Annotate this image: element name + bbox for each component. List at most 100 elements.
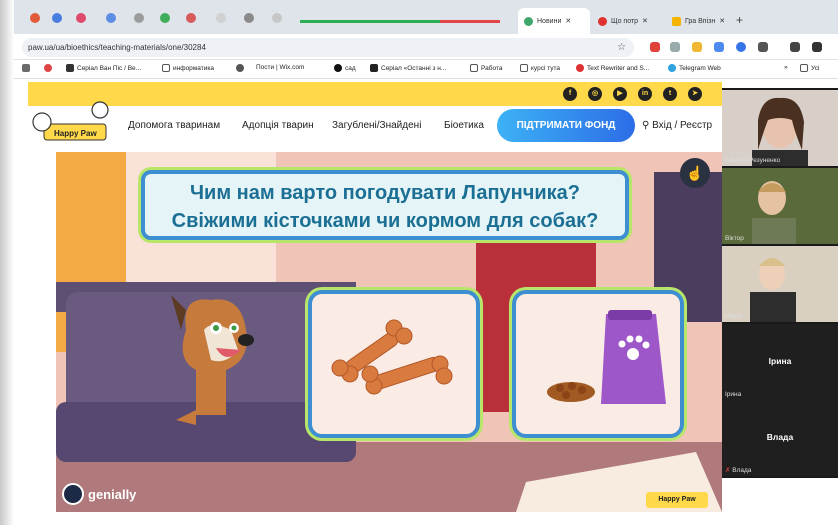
tab-label: Гра Впізн bbox=[685, 17, 716, 25]
extension-icon[interactable] bbox=[650, 42, 660, 52]
extension-icon[interactable] bbox=[670, 42, 680, 52]
question-banner: Чим нам варто погодувати Лапунчика? Свіж… bbox=[141, 170, 629, 240]
bookmark-item[interactable]: Text Rewriter and S... bbox=[576, 64, 649, 72]
tab-label: Що потр bbox=[611, 17, 639, 25]
bookmark-item[interactable] bbox=[236, 64, 244, 72]
url-input[interactable]: paw.ua/ua/bioethics/teaching-materials/o… bbox=[22, 38, 634, 57]
genially-brand[interactable]: genially bbox=[62, 483, 136, 505]
participant-center-name: Влада bbox=[766, 432, 794, 442]
pinned-tab-icon[interactable] bbox=[244, 13, 254, 23]
participant-tile[interactable]: Альона Резуненко bbox=[722, 90, 838, 166]
social-strip: f ◎ ▶ in t ➤ bbox=[28, 82, 722, 106]
participant-name: Альона Резуненко bbox=[725, 157, 781, 164]
nav-lost-found[interactable]: Загублені/Знайдені bbox=[332, 120, 421, 131]
genially-logo-icon bbox=[62, 483, 84, 505]
close-icon[interactable]: ✕ bbox=[565, 17, 571, 25]
participant-name: Віктор bbox=[725, 235, 744, 242]
bookmark-item[interactable]: сад bbox=[334, 64, 356, 72]
answer-card-bones[interactable] bbox=[308, 290, 480, 438]
tab-label: Новини bbox=[537, 17, 562, 25]
meeting-participants-panel: Альона Резуненко Віктор Марія Ірина Ірин… bbox=[722, 88, 838, 478]
tab-guess-game[interactable]: Гра Впізн ✕ bbox=[666, 8, 732, 34]
participant-video bbox=[722, 90, 838, 166]
extension-icon[interactable] bbox=[714, 42, 724, 52]
tab-progress-green bbox=[300, 20, 440, 23]
participant-center-name: Ірина bbox=[768, 356, 792, 366]
screenshot-root: Новини ✕ Що потр ✕ Гра Впізн ✕ + paw.ua/… bbox=[0, 0, 838, 525]
dog-food-bag-icon bbox=[547, 310, 666, 404]
bookmarks-bar: Серіал Ван Піс / Ве... информатика Пости… bbox=[0, 60, 838, 79]
nav-help-animals[interactable]: Допомога тваринам bbox=[128, 120, 220, 131]
nav-adoption[interactable]: Адопція тварин bbox=[242, 120, 314, 131]
game-scene: Чим нам варто погодувати Лапунчика? Свіж… bbox=[56, 152, 722, 512]
browser-tab-bar: Новини ✕ Що потр ✕ Гра Впізн ✕ + bbox=[0, 0, 838, 34]
twitter-icon[interactable]: t bbox=[663, 87, 677, 101]
pinned-tab-icon[interactable] bbox=[186, 13, 196, 23]
bookmark-item[interactable]: Серіал «Останні з н... bbox=[370, 64, 446, 72]
bones-icon bbox=[331, 319, 453, 395]
participant-name: Марія bbox=[725, 313, 743, 320]
close-icon[interactable]: ✕ bbox=[642, 17, 648, 25]
tab-what-needed[interactable]: Що потр ✕ bbox=[592, 8, 664, 34]
extensions-puzzle-icon[interactable] bbox=[758, 42, 768, 52]
address-bar-row: paw.ua/ua/bioethics/teaching-materials/o… bbox=[0, 34, 838, 60]
dog-character bbox=[171, 295, 254, 425]
pinned-tab-icon[interactable] bbox=[106, 13, 116, 23]
answer-card-dog-food[interactable] bbox=[512, 290, 684, 438]
pinned-tab-icon[interactable] bbox=[272, 13, 282, 23]
youtube-icon bbox=[598, 16, 607, 26]
youtube-icon[interactable]: ▶ bbox=[613, 87, 627, 101]
side-panel-icon[interactable] bbox=[812, 42, 822, 52]
participant-name: ✗ Влада bbox=[725, 467, 752, 474]
hand-pointer-icon[interactable]: ☝ bbox=[680, 158, 710, 188]
happy-paw-logo[interactable]: Happy Paw bbox=[30, 96, 110, 146]
participant-name: Ірина bbox=[725, 391, 742, 398]
url-text: paw.ua/ua/bioethics/teaching-materials/o… bbox=[28, 43, 206, 52]
bookmark-item[interactable]: курсі тута bbox=[520, 64, 560, 72]
pinned-tab-icon[interactable] bbox=[30, 13, 40, 23]
bookmark-item[interactable]: Серіал Ван Піс / Ве... bbox=[66, 64, 141, 72]
question-line-2: Свіжими кісточками чи кормом для собак? bbox=[171, 210, 599, 232]
participant-tile-audio[interactable]: Влада ✗ Влада bbox=[722, 400, 838, 476]
linkedin-icon[interactable]: in bbox=[638, 87, 652, 101]
new-tab-button[interactable]: + bbox=[736, 13, 743, 27]
pinned-tab-icon[interactable] bbox=[52, 13, 62, 23]
donate-button[interactable]: ПІДТРИМАТИ ФОНД bbox=[497, 109, 635, 142]
pinned-tab-icon[interactable] bbox=[134, 13, 144, 23]
bookmark-item[interactable]: Работа bbox=[470, 64, 502, 72]
close-icon[interactable]: ✕ bbox=[719, 17, 725, 25]
tab-favicon-icon bbox=[524, 16, 533, 26]
bookmark-item[interactable] bbox=[22, 64, 30, 72]
bookmark-item[interactable] bbox=[44, 64, 52, 72]
pinned-tab-icon[interactable] bbox=[216, 13, 226, 23]
screen-left-edge bbox=[0, 0, 14, 525]
telegram-icon[interactable]: ➤ bbox=[688, 87, 702, 101]
happy-paw-site: f ◎ ▶ in t ➤ Happy Paw Допомога тваринам… bbox=[28, 82, 722, 512]
bookmark-item[interactable]: информатика bbox=[162, 64, 214, 72]
media-icon[interactable] bbox=[790, 42, 800, 52]
folder-icon bbox=[672, 16, 681, 26]
tab-news[interactable]: Новини ✕ bbox=[518, 8, 590, 34]
participant-tile[interactable]: Марія bbox=[722, 246, 838, 322]
extension-icon[interactable] bbox=[692, 42, 702, 52]
extension-icon[interactable] bbox=[736, 42, 746, 52]
more-bookmarks-icon[interactable]: » bbox=[784, 64, 788, 71]
facebook-icon[interactable]: f bbox=[563, 87, 577, 101]
instagram-icon[interactable]: ◎ bbox=[588, 87, 602, 101]
participant-video bbox=[722, 168, 838, 244]
user-icon: ⚲ bbox=[642, 120, 653, 131]
bookmark-item[interactable]: Усі bbox=[800, 64, 819, 72]
pinned-tab-icon[interactable] bbox=[76, 13, 86, 23]
participant-video bbox=[722, 246, 838, 322]
bookmark-item[interactable]: Telegram Web bbox=[668, 64, 721, 72]
bookmark-star-icon[interactable]: ☆ bbox=[617, 38, 626, 57]
logo-text: Happy Paw bbox=[54, 129, 97, 138]
genially-label: genially bbox=[88, 486, 137, 502]
pinned-tab-icon[interactable] bbox=[160, 13, 170, 23]
bookmark-item[interactable]: Пости | Wix.com bbox=[256, 64, 304, 71]
login-link[interactable]: ⚲ Вхід / Реєстр bbox=[642, 120, 712, 131]
participant-tile[interactable]: Віктор bbox=[722, 168, 838, 244]
participant-tile-audio[interactable]: Ірина Ірина bbox=[722, 324, 838, 400]
question-line-1: Чим нам варто погодувати Лапунчика? bbox=[189, 182, 581, 204]
nav-bioethics[interactable]: Біоетика bbox=[444, 120, 484, 131]
